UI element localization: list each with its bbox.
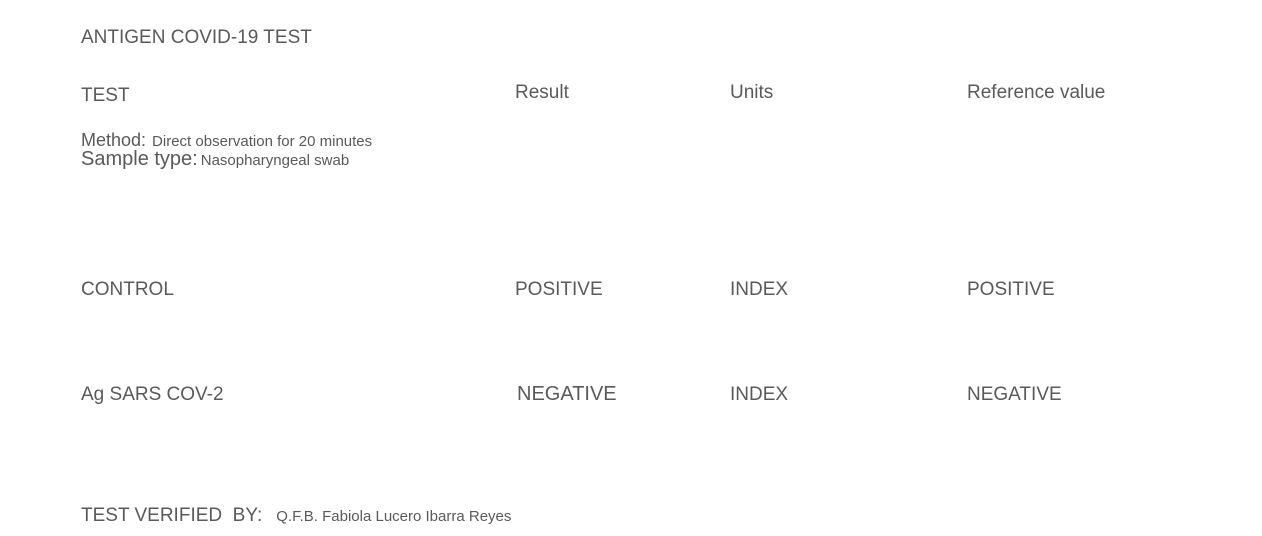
row-control-reference: POSITIVE bbox=[967, 279, 1055, 300]
sample-type-line: Sample type: Nasopharyngeal swab bbox=[81, 148, 350, 170]
row-sars-reference: NEGATIVE bbox=[967, 384, 1062, 405]
verified-by-line: TEST VERIFIED BY: Q.F.B. Fabiola Lucero I… bbox=[81, 505, 511, 527]
row-sars-test: Ag SARS COV-2 bbox=[81, 384, 224, 405]
sample-type-label: Sample type: bbox=[81, 148, 198, 170]
column-header-result: Result bbox=[515, 82, 569, 103]
column-header-test: TEST bbox=[81, 85, 130, 106]
verified-by-label: TEST VERIFIED BY: bbox=[81, 505, 263, 526]
column-header-units: Units bbox=[730, 82, 774, 103]
column-header-reference: Reference value bbox=[967, 82, 1106, 103]
row-control-result: POSITIVE bbox=[515, 279, 603, 300]
report-title: ANTIGEN COVID-19 TEST bbox=[81, 27, 312, 48]
row-control-units: INDEX bbox=[730, 279, 789, 300]
method-label: Method: bbox=[81, 130, 147, 150]
row-control-test: CONTROL bbox=[81, 279, 174, 300]
row-sars-result: NEGATIVE bbox=[517, 383, 617, 405]
sample-type-value: Nasopharyngeal swab bbox=[200, 152, 350, 169]
row-sars-units: INDEX bbox=[730, 384, 789, 405]
verifier-name: Q.F.B. Fabiola Lucero Ibarra Reyes bbox=[276, 508, 512, 525]
